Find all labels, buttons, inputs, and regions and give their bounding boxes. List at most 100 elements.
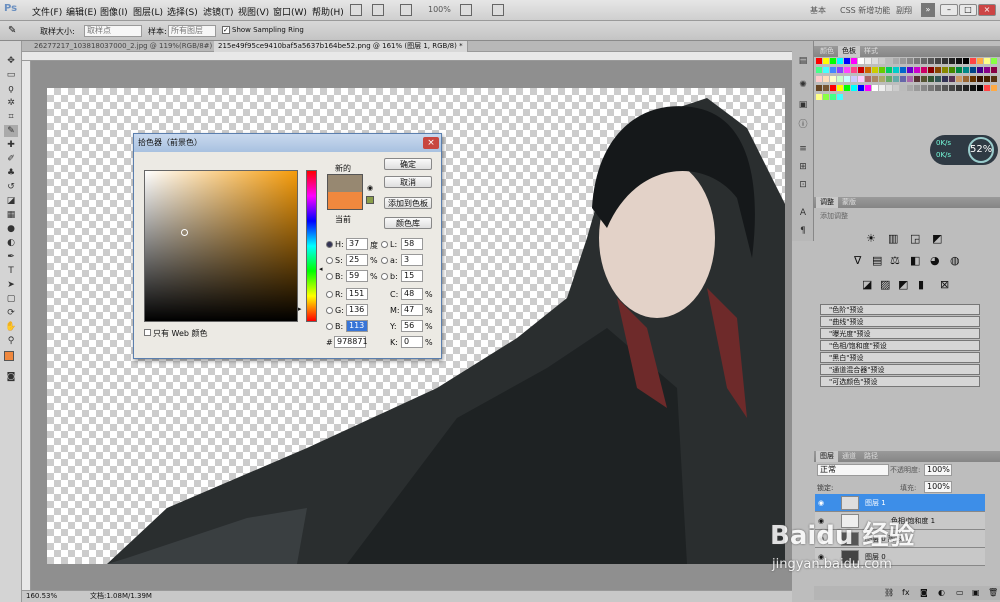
swatch[interactable]	[977, 67, 983, 73]
tab-masks[interactable]: 蒙版	[838, 197, 860, 208]
hue-slider[interactable]	[306, 170, 317, 322]
tab-styles[interactable]: 样式	[860, 46, 882, 57]
swatch[interactable]	[970, 67, 976, 73]
swatch[interactable]	[858, 85, 864, 91]
blur-tool-icon[interactable]: ●	[4, 223, 18, 235]
swatch[interactable]	[914, 76, 920, 82]
preset-exposure[interactable]: "曝光度"预设	[820, 328, 980, 339]
swatch[interactable]	[970, 76, 976, 82]
sample-size-select[interactable]: 取样点	[84, 25, 142, 37]
swatch[interactable]	[991, 67, 997, 73]
k-field[interactable]: 0	[401, 336, 423, 348]
type-tool-icon[interactable]: T	[4, 265, 18, 277]
tab-doc-2[interactable]: 215e49f95ce9410baf5a5637b164be52.png @ 1…	[214, 41, 468, 52]
swatch[interactable]	[956, 85, 962, 91]
hue-saturation-icon[interactable]: ▤	[872, 254, 882, 267]
s-field[interactable]: 25	[346, 254, 368, 266]
swatch[interactable]	[872, 76, 878, 82]
menu-window[interactable]: 窗口(W)	[273, 5, 307, 18]
saturation-brightness-field[interactable]	[144, 170, 298, 322]
zoom-tool-icon[interactable]: ⚲	[4, 335, 18, 347]
crop-tool-icon[interactable]: ⌗	[4, 111, 18, 123]
channel-mixer-icon[interactable]: ◍	[950, 254, 960, 267]
vibrance-icon[interactable]: ∇	[854, 254, 861, 267]
swatch[interactable]	[900, 58, 906, 64]
color-libraries-button[interactable]: 颜色库	[384, 217, 432, 229]
swatch[interactable]	[893, 67, 899, 73]
swatch[interactable]	[844, 58, 850, 64]
swatch[interactable]	[816, 67, 822, 73]
swatch[interactable]	[865, 58, 871, 64]
new-layer-icon[interactable]: ▣	[972, 586, 980, 600]
swatch[interactable]	[865, 76, 871, 82]
swatch[interactable]	[914, 58, 920, 64]
swatch[interactable]	[907, 58, 913, 64]
swatch[interactable]	[956, 67, 962, 73]
swatch[interactable]	[830, 76, 836, 82]
brushes-panel-icon[interactable]: ≡	[796, 143, 810, 155]
foreground-color-swatch[interactable]	[4, 351, 14, 361]
swatch[interactable]	[921, 76, 927, 82]
swatch[interactable]	[900, 76, 906, 82]
swatch[interactable]	[984, 67, 990, 73]
blue-radio[interactable]	[326, 323, 333, 330]
gradient-tool-icon[interactable]: ▦	[4, 209, 18, 221]
color-cursor-icon[interactable]	[181, 229, 188, 236]
swatch[interactable]	[963, 85, 969, 91]
layer-style-icon[interactable]: fx	[902, 586, 910, 600]
clone-tool-icon[interactable]: ♣	[4, 167, 18, 179]
preset-curves[interactable]: "曲线"预设	[820, 316, 980, 327]
hand-icon[interactable]	[460, 4, 472, 16]
swatch[interactable]	[879, 67, 885, 73]
swatch[interactable]	[893, 76, 899, 82]
swatch[interactable]	[851, 67, 857, 73]
3d-rotate-tool-icon[interactable]: ⟳	[4, 307, 18, 319]
swatch[interactable]	[844, 67, 850, 73]
swatch[interactable]	[837, 94, 843, 100]
swatch[interactable]	[921, 58, 927, 64]
swatch[interactable]	[900, 67, 906, 73]
swatch[interactable]	[886, 76, 892, 82]
pen-tool-icon[interactable]: ✒	[4, 251, 18, 263]
tab-doc-1[interactable]: 26277217_103818037000_2.jpg @ 119%(RGB/8…	[30, 41, 223, 52]
invert-icon[interactable]: ◪	[862, 278, 872, 291]
swatch[interactable]	[991, 58, 997, 64]
swatches-panel-icon[interactable]: ▣	[796, 99, 810, 111]
swatch[interactable]	[956, 76, 962, 82]
r-radio[interactable]	[326, 291, 333, 298]
minimize-button[interactable]: –	[940, 4, 958, 16]
opacity-field[interactable]: 100%	[924, 464, 952, 476]
swatch[interactable]	[851, 58, 857, 64]
quick-select-tool-icon[interactable]: ✲	[4, 97, 18, 109]
visibility-eye-icon[interactable]: ◉	[818, 494, 824, 512]
b-field[interactable]: 59	[346, 270, 368, 282]
swatch[interactable]	[921, 67, 927, 73]
swatch[interactable]	[935, 76, 941, 82]
minibridge-icon[interactable]	[372, 4, 384, 16]
brightness-icon[interactable]: ☀	[866, 232, 876, 245]
path-select-tool-icon[interactable]: ➤	[4, 279, 18, 291]
swatch[interactable]	[886, 67, 892, 73]
quick-mask-icon[interactable]: ◙	[4, 371, 18, 383]
tab-adjustments[interactable]: 调整	[816, 197, 838, 208]
swatch[interactable]	[872, 58, 878, 64]
blend-mode-select[interactable]: 正常	[817, 464, 889, 476]
paragraph-panel-icon[interactable]: ¶	[796, 225, 810, 237]
swatch[interactable]	[991, 76, 997, 82]
selective-color-icon[interactable]: ⊠	[940, 278, 949, 291]
brush-tool-icon[interactable]: ✐	[4, 153, 18, 165]
preset-channel-mixer[interactable]: "通道混合器"预设	[820, 364, 980, 375]
swatch[interactable]	[893, 58, 899, 64]
preset-levels[interactable]: "色阶"预设	[820, 304, 980, 315]
swatch[interactable]	[907, 67, 913, 73]
web-only-checkbox[interactable]	[144, 329, 151, 336]
layer-name[interactable]: 图层 1	[865, 494, 886, 512]
swatch[interactable]	[858, 58, 864, 64]
a-field[interactable]: 3	[401, 254, 423, 266]
h-field[interactable]: 37	[346, 238, 368, 250]
swatch[interactable]	[858, 67, 864, 73]
layer-row-1[interactable]: ◉ 图层 1	[815, 494, 985, 512]
cancel-button[interactable]: 取消	[384, 176, 432, 188]
swatch[interactable]	[963, 76, 969, 82]
preset-selective-color[interactable]: "可选颜色"预设	[820, 376, 980, 387]
